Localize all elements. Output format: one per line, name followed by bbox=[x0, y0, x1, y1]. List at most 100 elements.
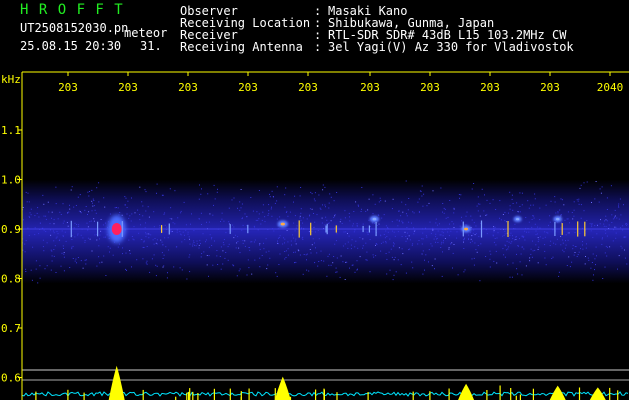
noise-speckle bbox=[530, 248, 532, 250]
noise-speckle bbox=[324, 204, 326, 206]
noise-speckle bbox=[240, 207, 242, 209]
noise-speckle bbox=[599, 188, 601, 190]
noise-speckle bbox=[626, 263, 628, 265]
noise-speckle bbox=[164, 224, 166, 226]
noise-speckle bbox=[228, 207, 230, 209]
noise-speckle bbox=[585, 256, 586, 257]
noise-speckle bbox=[493, 241, 495, 243]
noise-speckle bbox=[393, 259, 395, 261]
noise-speckle bbox=[279, 235, 281, 237]
noise-speckle bbox=[241, 218, 243, 220]
noise-speckle bbox=[201, 224, 202, 225]
noise-speckle bbox=[189, 271, 191, 273]
noise-speckle bbox=[529, 260, 531, 262]
noise-speckle bbox=[93, 200, 95, 201]
x-tick-label: 203 bbox=[238, 81, 258, 94]
noise-speckle bbox=[102, 224, 104, 226]
noise-speckle bbox=[63, 253, 65, 255]
noise-speckle bbox=[84, 259, 86, 261]
noise-speckle bbox=[321, 217, 323, 219]
noise-speckle bbox=[161, 252, 163, 254]
noise-speckle bbox=[563, 204, 565, 206]
signal-peak bbox=[108, 365, 125, 400]
noise-speckle bbox=[335, 271, 337, 273]
noise-speckle bbox=[328, 253, 330, 255]
noise-speckle bbox=[76, 262, 77, 264]
noise-speckle bbox=[45, 218, 47, 220]
noise-speckle bbox=[620, 245, 622, 247]
noise-speckle bbox=[124, 196, 126, 198]
noise-speckle bbox=[605, 245, 607, 247]
noise-speckle bbox=[425, 254, 427, 256]
noise-speckle bbox=[508, 237, 510, 239]
noise-speckle bbox=[151, 258, 153, 260]
noise-speckle bbox=[398, 210, 400, 212]
noise-speckle bbox=[435, 218, 437, 220]
noise-speckle bbox=[53, 232, 55, 234]
noise-speckle bbox=[589, 223, 591, 225]
spectrogram-chart: kHz 1.1 1.0 0.9 0.8 0.7 0.6 203 203 203 203 203 203 2… bbox=[1, 71, 629, 400]
noise-speckle bbox=[603, 225, 605, 227]
noise-speckle bbox=[447, 216, 449, 218]
noise-speckle bbox=[519, 211, 521, 213]
noise-speckle bbox=[145, 222, 146, 224]
noise-speckle bbox=[320, 208, 322, 210]
noise-speckle bbox=[164, 237, 166, 239]
noise-speckle bbox=[586, 220, 588, 221]
noise-speckle bbox=[184, 234, 185, 236]
noise-speckle bbox=[246, 216, 248, 218]
noise-speckle bbox=[556, 238, 558, 240]
noise-speckle bbox=[525, 265, 527, 267]
noise-speckle bbox=[144, 227, 146, 229]
noise-speckle bbox=[443, 240, 444, 242]
noise-speckle bbox=[489, 266, 491, 268]
noise-speckle bbox=[233, 226, 235, 228]
noise-speckle bbox=[159, 225, 161, 227]
noise-speckle bbox=[314, 200, 316, 202]
noise-speckle bbox=[139, 219, 141, 221]
noise-speckle bbox=[493, 231, 495, 233]
noise-speckle bbox=[169, 218, 171, 220]
noise-speckle bbox=[285, 187, 287, 189]
noise-speckle bbox=[366, 259, 368, 261]
noise-speckle bbox=[606, 209, 608, 210]
noise-speckle bbox=[328, 207, 330, 209]
noise-speckle bbox=[422, 232, 424, 234]
noise-speckle bbox=[524, 230, 526, 232]
noise-speckle bbox=[560, 244, 562, 246]
noise-speckle bbox=[617, 268, 618, 270]
noise-speckle bbox=[294, 230, 296, 232]
noise-speckle bbox=[259, 266, 261, 268]
noise-speckle bbox=[263, 242, 264, 244]
noise-speckle bbox=[193, 240, 195, 242]
noise-speckle bbox=[347, 241, 349, 243]
noise-speckle bbox=[77, 233, 79, 235]
noise-speckle bbox=[112, 254, 114, 256]
noise-speckle bbox=[173, 266, 175, 268]
noise-speckle bbox=[206, 255, 208, 256]
noise-speckle bbox=[392, 198, 394, 200]
noise-speckle bbox=[524, 239, 526, 241]
noise-speckle bbox=[328, 264, 330, 266]
noise-speckle bbox=[430, 243, 432, 245]
noise-speckle bbox=[442, 242, 444, 244]
noise-speckle bbox=[177, 217, 179, 219]
noise-speckle bbox=[419, 190, 421, 192]
noise-speckle bbox=[284, 194, 286, 196]
noise-speckle bbox=[610, 185, 612, 187]
noise-speckle bbox=[29, 217, 31, 218]
noise-speckle bbox=[347, 247, 349, 249]
noise-speckle bbox=[209, 234, 211, 236]
noise-speckle bbox=[322, 189, 324, 191]
noise-speckle bbox=[380, 200, 382, 202]
noise-speckle bbox=[382, 241, 384, 243]
noise-speckle bbox=[276, 186, 278, 188]
noise-speckle bbox=[333, 200, 335, 202]
noise-speckle bbox=[302, 273, 304, 275]
noise-speckle bbox=[622, 229, 624, 231]
noise-speckle bbox=[440, 247, 442, 248]
noise-speckle bbox=[96, 187, 98, 189]
noise-speckle bbox=[134, 212, 136, 214]
noise-speckle bbox=[519, 192, 521, 194]
noise-speckle bbox=[122, 253, 123, 255]
